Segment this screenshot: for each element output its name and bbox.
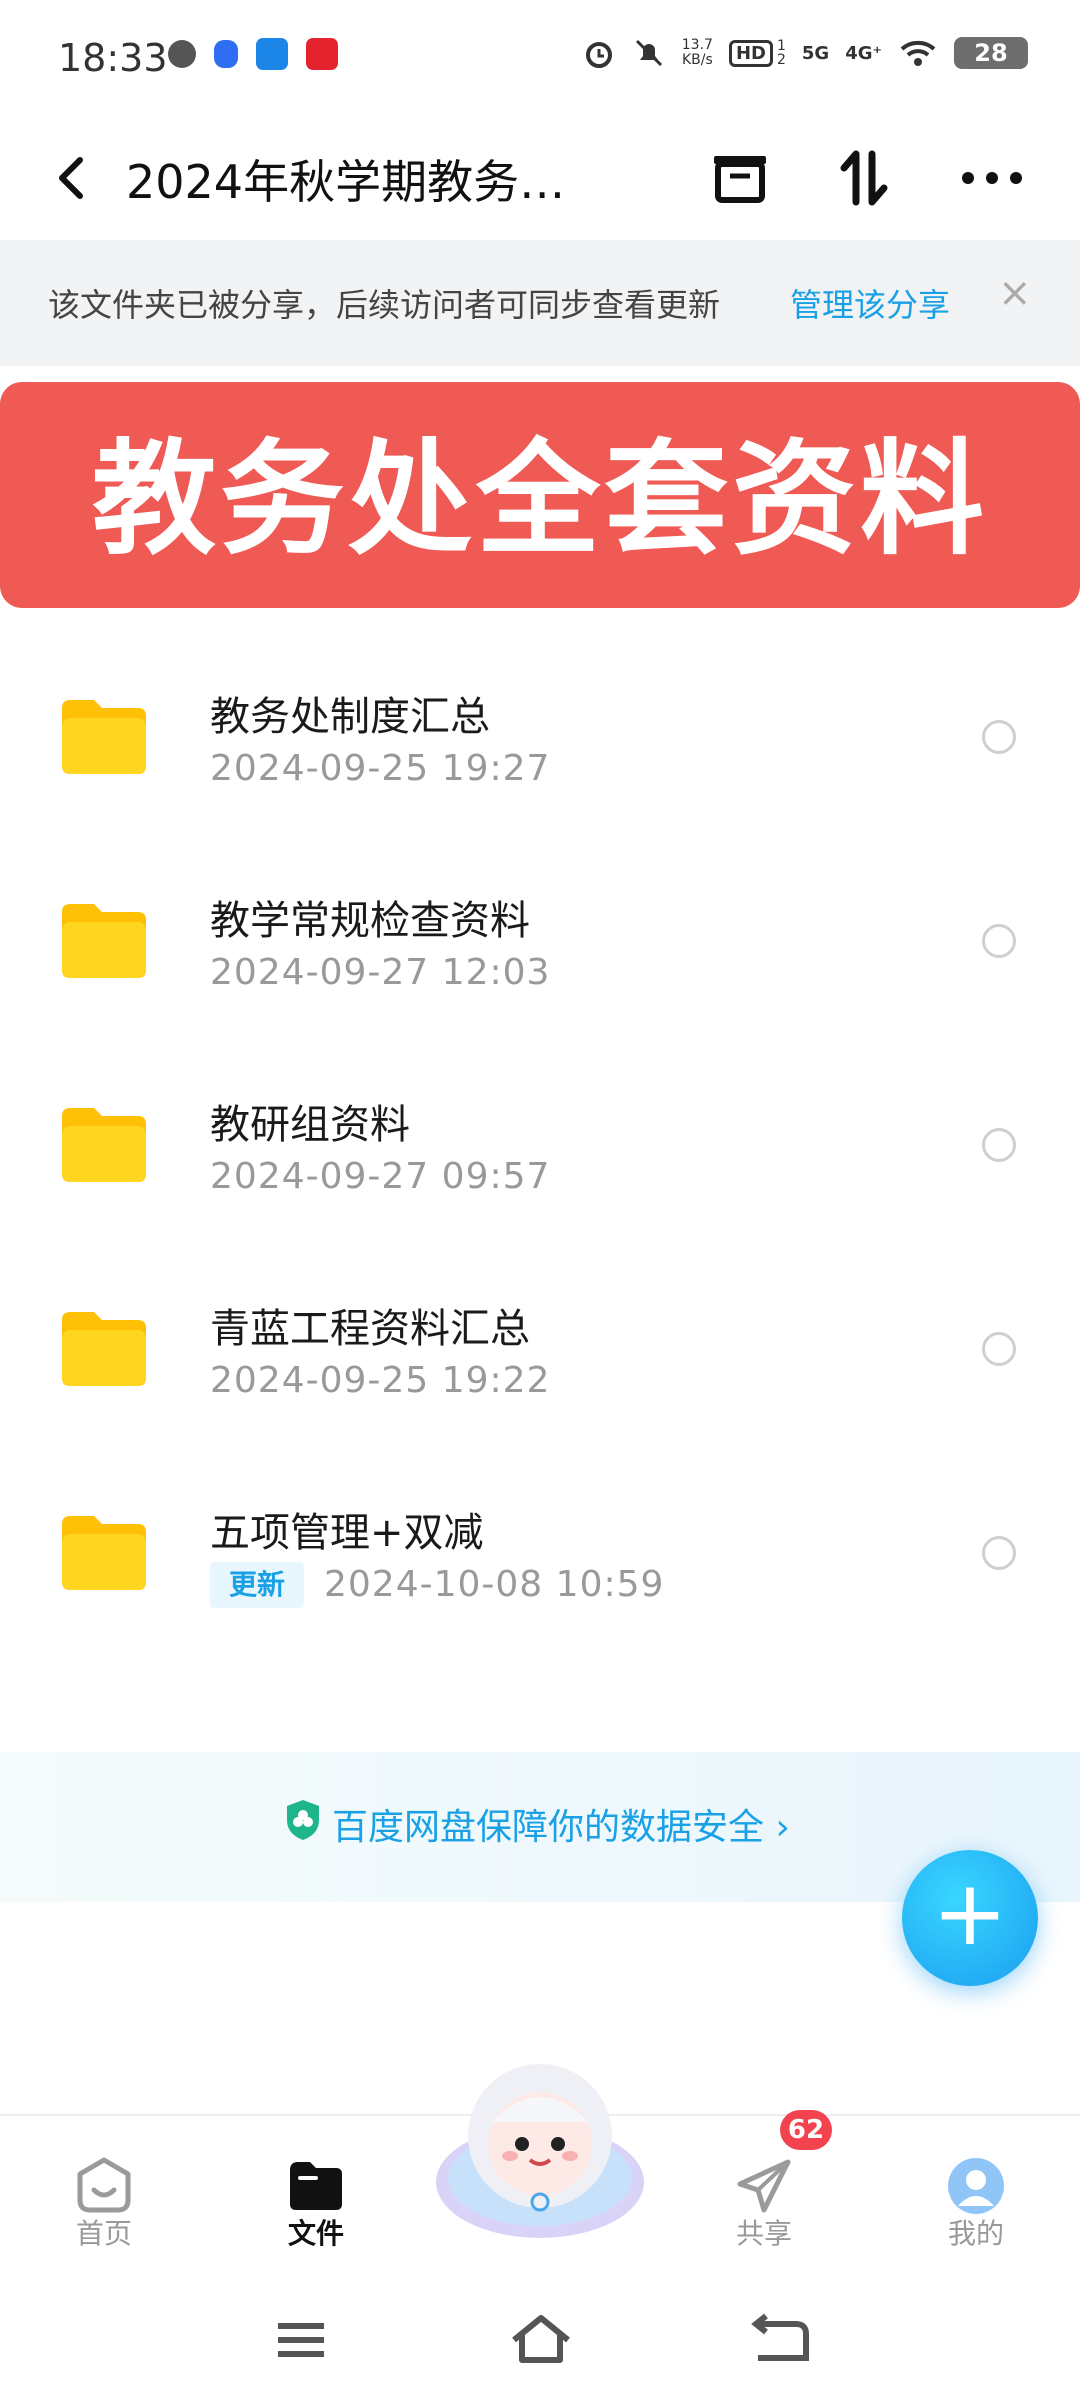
tab-label: 我的 bbox=[947, 2217, 1004, 2250]
net-speed: 13.7 KB/s bbox=[681, 37, 713, 68]
file-name: 青蓝工程资料汇总 bbox=[210, 1306, 530, 1352]
globe-icon bbox=[168, 40, 196, 68]
home-icon[interactable] bbox=[506, 2310, 576, 2370]
tab-label: 首页 bbox=[75, 2217, 132, 2250]
tab-label: 文件 bbox=[287, 2217, 344, 2250]
sort-updown-icon[interactable] bbox=[826, 140, 902, 216]
alarm-icon bbox=[585, 42, 612, 68]
status-time: 18:33 bbox=[58, 36, 168, 80]
close-icon[interactable]: × bbox=[998, 270, 1032, 316]
add-button[interactable]: + bbox=[902, 1850, 1038, 1986]
overlay-caption: 教务处全套资料 bbox=[0, 382, 1080, 608]
tab-label: 共享 bbox=[735, 2217, 792, 2250]
list-item[interactable]: 青蓝工程资料汇总 2024-09-25 19:22 bbox=[0, 1248, 1080, 1452]
file-name: 教务处制度汇总 bbox=[210, 694, 490, 740]
list-item[interactable]: 教务处制度汇总 2024-09-25 19:27 bbox=[0, 636, 1080, 840]
file-date: 2024-09-25 19:22 bbox=[210, 1360, 551, 1401]
file-date: 2024-09-27 09:57 bbox=[210, 1156, 551, 1197]
app-blue-icon bbox=[256, 38, 288, 70]
mute-bell-icon bbox=[635, 39, 662, 67]
avatar-icon bbox=[948, 2158, 1004, 2214]
paper-plane-icon bbox=[737, 2159, 791, 2213]
battery-indicator: 28 bbox=[954, 37, 1028, 69]
tab-mine[interactable]: 我的 bbox=[906, 2116, 1046, 2286]
status-app-icons bbox=[168, 38, 338, 70]
security-text: 百度网盘保障你的数据安全 › bbox=[332, 1807, 790, 1848]
file-name: 五项管理+双减 bbox=[210, 1510, 484, 1556]
home-face-icon bbox=[77, 2157, 131, 2213]
folder-icon bbox=[62, 1108, 146, 1182]
top-app-bar: 2024年秋学期教务… bbox=[0, 118, 1080, 240]
list-item[interactable]: 五项管理+双减 更新 2024-10-08 10:59 bbox=[0, 1452, 1080, 1656]
shield-icon bbox=[287, 1800, 319, 1840]
back-icon[interactable] bbox=[50, 148, 94, 208]
file-name: 教研组资料 bbox=[210, 1102, 410, 1148]
select-radio[interactable] bbox=[982, 720, 1016, 754]
page-title: 2024年秋学期教务… bbox=[126, 155, 566, 209]
select-radio[interactable] bbox=[982, 1128, 1016, 1162]
baidu-paw-icon bbox=[214, 40, 238, 68]
update-badge: 更新 bbox=[210, 1562, 304, 1608]
file-name: 教学常规检查资料 bbox=[210, 898, 530, 944]
mascot-icon[interactable] bbox=[430, 2052, 650, 2242]
back-nav-icon[interactable] bbox=[746, 2310, 816, 2370]
share-count-badge: 62 bbox=[780, 2110, 832, 2150]
status-bar: 18:33 13.7 KB/s HD 12 5G 4G⁺ 28 bbox=[0, 0, 1080, 118]
folder-icon bbox=[62, 904, 146, 978]
select-radio[interactable] bbox=[982, 1536, 1016, 1570]
signal-4g: 4G⁺ bbox=[845, 42, 882, 64]
manage-share-link[interactable]: 管理该分享 bbox=[790, 280, 950, 326]
select-radio[interactable] bbox=[982, 924, 1016, 958]
folder-icon bbox=[62, 1312, 146, 1386]
signal-5g: 5G bbox=[801, 42, 830, 64]
archive-box-icon[interactable] bbox=[702, 140, 778, 216]
share-message: 该文件夹已被分享，后续访问者可同步查看更新 bbox=[48, 286, 721, 324]
file-date: 2024-09-25 19:27 bbox=[210, 748, 551, 789]
more-dots-icon[interactable] bbox=[954, 140, 1030, 216]
overlay-caption-text: 教务处全套资料 bbox=[91, 428, 988, 572]
folder-icon bbox=[290, 2162, 342, 2210]
file-date: 2024-09-27 12:03 bbox=[210, 952, 551, 993]
file-list: 教务处制度汇总 2024-09-25 19:27 教学常规检查资料 2024-0… bbox=[0, 636, 1080, 1656]
folder-icon bbox=[62, 1516, 146, 1590]
file-date: 2024-10-08 10:59 bbox=[324, 1564, 665, 1605]
wifi-icon bbox=[900, 40, 936, 66]
hd-indicator: HD bbox=[728, 39, 773, 67]
app-red-icon bbox=[306, 38, 338, 70]
folder-icon bbox=[62, 700, 146, 774]
select-radio[interactable] bbox=[982, 1332, 1016, 1366]
status-right-icons: 13.7 KB/s HD 12 5G 4G⁺ 28 bbox=[582, 36, 1028, 70]
tab-home[interactable]: 首页 bbox=[34, 2116, 174, 2286]
share-banner: 该文件夹已被分享，后续访问者可同步查看更新 管理该分享 × bbox=[0, 240, 1080, 366]
menu-icon[interactable] bbox=[266, 2310, 336, 2370]
list-item[interactable]: 教学常规检查资料 2024-09-27 12:03 bbox=[0, 840, 1080, 1044]
tab-files[interactable]: 文件 bbox=[246, 2116, 386, 2286]
system-nav-bar bbox=[0, 2284, 1080, 2400]
list-item[interactable]: 教研组资料 2024-09-27 09:57 bbox=[0, 1044, 1080, 1248]
